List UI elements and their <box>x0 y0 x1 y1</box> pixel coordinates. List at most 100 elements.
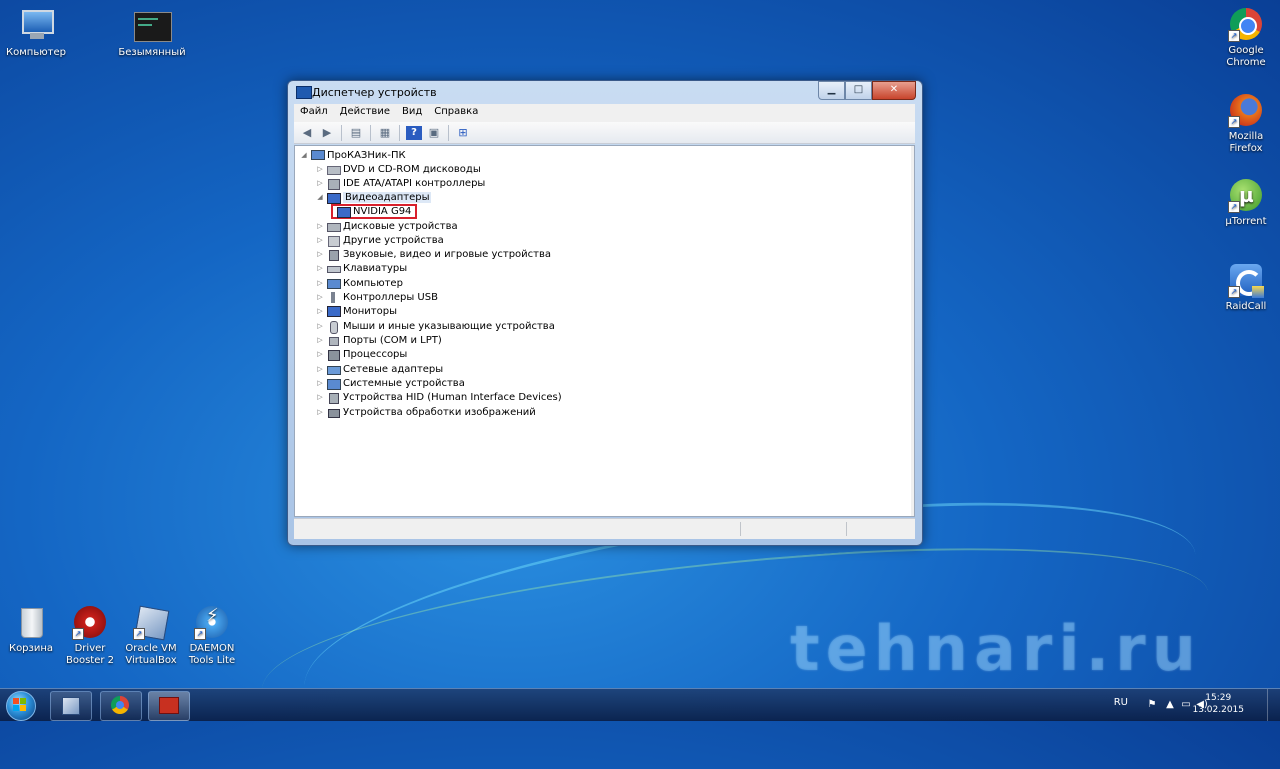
expand-arrow-icon[interactable]: ▷ <box>315 365 325 373</box>
desktop-icon-utorrent[interactable]: µ ↗ µTorrent <box>1210 177 1280 228</box>
tree-item-system-devices[interactable]: ▷ Системные устройства <box>315 376 465 390</box>
ide-controller-icon <box>327 178 340 190</box>
expand-arrow-icon[interactable]: ▷ <box>315 307 325 315</box>
menu-file[interactable]: Файл <box>294 104 334 122</box>
language-indicator[interactable]: RU <box>1114 697 1128 708</box>
close-button[interactable]: ✕ <box>872 81 916 100</box>
expand-arrow-icon[interactable]: ▷ <box>315 336 325 344</box>
expand-arrow-icon[interactable]: ▷ <box>315 350 325 358</box>
minimize-button[interactable]: ▁ <box>818 81 845 100</box>
taskbar: RU ⚑ ▲ ▭ ◀) 15:29 13.02.2015 <box>0 688 1280 721</box>
tree-item-disk-drives[interactable]: ▷ Дисковые устройства <box>315 219 458 233</box>
desktop-icon-label: RaidCall <box>1225 301 1267 312</box>
desktop-icon-label: Chrome <box>1226 57 1266 68</box>
show-hidden-icons-icon[interactable]: ▲ <box>1164 699 1176 711</box>
toolbox-icon <box>159 697 179 714</box>
tree-item-mice[interactable]: ▷ Мыши и иные указывающие устройства <box>315 319 555 334</box>
desktop-icon-label: Tools Lite <box>188 655 236 666</box>
tree-item-processors[interactable]: ▷ Процессоры <box>315 347 407 361</box>
scrollbar[interactable] <box>911 146 914 516</box>
tree-root-label: ПроКАЗНик-ПК <box>327 149 406 161</box>
tree-item-label: NVIDIA G94 <box>353 205 412 217</box>
back-arrow-icon[interactable]: ◀ <box>299 126 315 140</box>
device-tree: ◢ ПроКАЗНик-ПК ▷ DVD и CD-ROM дисководы … <box>294 145 915 517</box>
system-device-icon <box>327 378 341 390</box>
show-desktop-button[interactable] <box>1267 689 1280 721</box>
desktop-icon-computer[interactable]: Компьютер <box>0 8 72 59</box>
tree-item-computer[interactable]: ▷ Компьютер <box>315 276 403 290</box>
desktop-icon-label: Безымянный <box>118 47 186 58</box>
tree-item-ide[interactable]: ▷ IDE ATA/ATAPI контроллеры <box>315 176 485 190</box>
menu-action[interactable]: Действие <box>334 104 396 122</box>
tree-item-label: Мыши и иные указывающие устройства <box>343 320 555 332</box>
desktop-icon-firefox[interactable]: ↗ Mozilla Firefox <box>1210 92 1280 155</box>
expand-arrow-icon[interactable]: ▷ <box>315 179 325 187</box>
tree-item-keyboards[interactable]: ▷ Клавиатуры <box>315 261 407 275</box>
tree-item-sound[interactable]: ▷ Звуковые, видео и игровые устройства <box>315 247 551 261</box>
expand-arrow-icon[interactable]: ▷ <box>315 379 325 387</box>
tree-root[interactable]: ◢ ПроКАЗНик-ПК <box>299 148 406 162</box>
tree-item-display-adapters[interactable]: ◢ Видеоадаптеры <box>315 190 432 204</box>
desktop-icon-raidcall[interactable]: ↗ RaidCall <box>1210 262 1280 313</box>
tree-item-monitors[interactable]: ▷ Мониторы <box>315 304 397 318</box>
title-bar[interactable]: Диспетчер устройств ▁ □ ✕ <box>288 81 922 103</box>
help-icon[interactable]: ? <box>406 125 422 140</box>
tree-item-usb[interactable]: ▷ Контроллеры USB <box>315 290 438 304</box>
shortcut-arrow-icon: ↗ <box>72 628 84 640</box>
recycle-bin-icon <box>13 604 49 640</box>
menu-help[interactable]: Справка <box>428 104 484 122</box>
maximize-button[interactable]: □ <box>845 81 872 100</box>
highlight-box: NVIDIA G94 <box>331 203 418 219</box>
expand-arrow-icon[interactable]: ▷ <box>315 222 325 230</box>
toolbar-separator <box>399 124 400 141</box>
forward-arrow-icon[interactable]: ▶ <box>319 126 335 140</box>
tree-item-other-devices[interactable]: ▷ Другие устройства <box>315 233 444 247</box>
virtualbox-icon: ↗ <box>133 604 170 641</box>
expand-arrow-icon[interactable]: ▷ <box>315 236 325 244</box>
taskbar-chrome[interactable] <box>100 691 142 721</box>
expand-arrow-icon[interactable]: ▷ <box>315 250 325 258</box>
action-center-flag-icon[interactable]: ⚑ <box>1146 699 1158 711</box>
processor-icon <box>327 349 340 361</box>
device-manager-window: Диспетчер устройств ▁ □ ✕ Файл Действие … <box>287 80 923 546</box>
chrome-icon: ↗ <box>1228 6 1264 42</box>
desktop-icon-label: µTorrent <box>1225 216 1267 227</box>
expand-arrow-icon[interactable]: ▷ <box>315 293 325 301</box>
collapse-arrow-icon[interactable]: ◢ <box>299 151 309 159</box>
tree-item-imaging[interactable]: ▷ Устройства обработки изображений <box>315 405 536 419</box>
desktop-icon-daemon-tools[interactable]: ⚡ ↗ DAEMON Tools Lite <box>176 604 248 667</box>
desktop-icon-chrome[interactable]: ↗ Google Chrome <box>1210 6 1280 69</box>
expand-arrow-icon[interactable]: ▷ <box>315 408 325 416</box>
tree-item-hid[interactable]: ▷ Устройства HID (Human Interface Device… <box>315 390 562 404</box>
properties-icon[interactable]: ▦ <box>377 126 393 140</box>
tree-item-nvidia[interactable]: NVIDIA G94 <box>331 203 418 219</box>
taskbar-device-manager[interactable] <box>148 691 190 721</box>
expand-arrow-icon[interactable]: ▷ <box>315 393 325 401</box>
show-hide-tree-icon[interactable]: ▤ <box>348 126 364 140</box>
expand-arrow-icon[interactable]: ▷ <box>315 322 325 330</box>
menu-view[interactable]: Вид <box>396 104 428 122</box>
chrome-icon <box>111 696 129 714</box>
view-icon[interactable]: ▣ <box>426 126 442 140</box>
expand-arrow-icon[interactable]: ▷ <box>315 165 325 173</box>
tree-item-network[interactable]: ▷ Сетевые адаптеры <box>315 362 443 376</box>
clock-time: 15:29 <box>1205 693 1232 703</box>
windows-logo-icon <box>13 698 26 711</box>
taskbar-virtualbox[interactable] <box>50 691 92 721</box>
scan-hardware-icon[interactable]: ⊞ <box>455 126 471 140</box>
expand-arrow-icon[interactable]: ▷ <box>315 279 325 287</box>
tree-item-ports[interactable]: ▷ Порты (COM и LPT) <box>315 333 442 347</box>
network-icon[interactable]: ▭ <box>1180 699 1192 711</box>
expand-arrow-icon[interactable]: ▷ <box>315 264 325 272</box>
tree-item-label: Порты (COM и LPT) <box>343 334 442 346</box>
tree-item-label: Устройства обработки изображений <box>343 406 536 418</box>
start-button[interactable] <box>2 689 42 721</box>
collapse-arrow-icon[interactable]: ◢ <box>315 193 325 201</box>
tree-item-dvd[interactable]: ▷ DVD и CD-ROM дисководы <box>315 162 481 176</box>
watermark: tehnari.ru <box>790 612 1202 685</box>
raidcall-icon: ↗ <box>1228 262 1264 298</box>
desktop-icon-untitled[interactable]: Безымянный <box>116 8 188 59</box>
window-title: Диспетчер устройств <box>312 86 437 99</box>
network-adapter-icon <box>327 364 341 375</box>
clock[interactable]: 15:29 13.02.2015 <box>1192 692 1244 716</box>
